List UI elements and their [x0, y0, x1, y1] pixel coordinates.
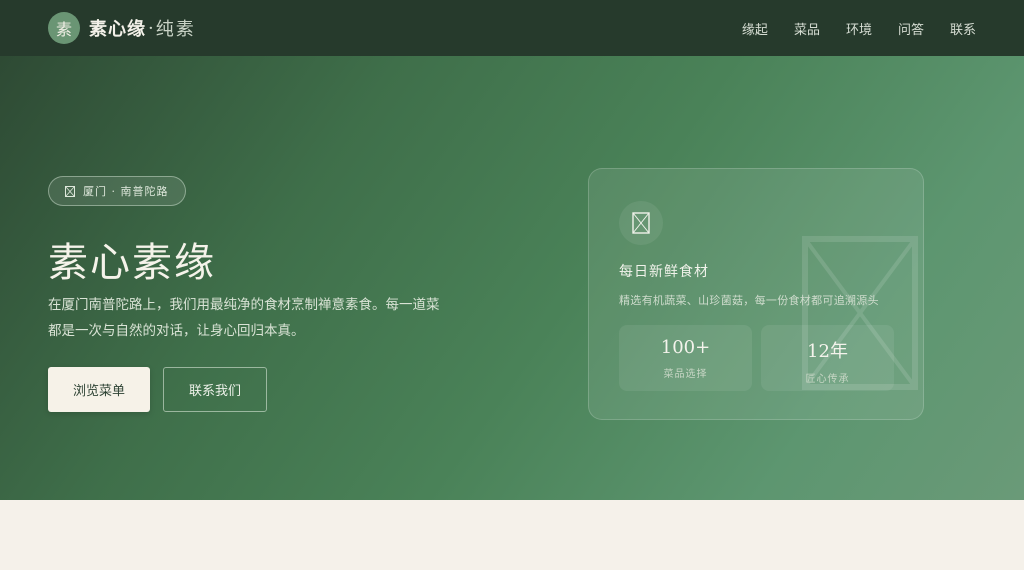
- stat-label: 菜品选择: [663, 369, 708, 380]
- hero-description: 在厦门南普陀路上，我们用最纯净的食材烹制禅意素食。每一道菜都是一次与自然的对话，…: [48, 297, 440, 339]
- document-icon: [65, 185, 75, 197]
- stat-dishes: 100+ 菜品选择: [619, 325, 752, 391]
- stat-label: 匠心传承: [805, 374, 850, 385]
- next-section: [0, 500, 1024, 570]
- brand-subtitle: 纯素: [155, 19, 196, 40]
- card-title: 每日新鲜食材: [619, 264, 709, 280]
- document-icon: [632, 212, 650, 234]
- hero-title: 素心素缘: [48, 240, 216, 286]
- hero-section: 厦门 · 南普陀路 素心素缘 在厦门南普陀路上，我们用最纯净的食材烹制禅意素食。…: [0, 56, 1024, 500]
- nav-link-faq[interactable]: 问答: [898, 19, 924, 38]
- nav-link-contact[interactable]: 联系: [950, 19, 976, 38]
- card-description: 精选有机蔬菜、山珍菌菇，每一份食材都可追溯源头: [619, 294, 879, 307]
- browse-menu-button[interactable]: 浏览菜单: [48, 367, 150, 412]
- logo-badge[interactable]: 素: [48, 12, 80, 44]
- location-text: 厦门 · 南普陀路: [83, 185, 169, 198]
- stat-value: 12年: [807, 341, 848, 362]
- nav-link-origin[interactable]: 缘起: [742, 19, 768, 38]
- nav-links: 缘起 菜品 环境 问答 联系: [716, 19, 976, 38]
- stat-years: 12年 匠心传承: [761, 325, 894, 391]
- card-icon-circle: [619, 201, 663, 245]
- fresh-ingredients-card: 每日新鲜食材 精选有机蔬菜、山珍菌菇，每一份食材都可追溯源头 100+ 菜品选择…: [588, 168, 924, 420]
- nav-link-dishes[interactable]: 菜品: [794, 19, 820, 38]
- stat-value: 100+: [660, 337, 711, 358]
- top-navbar: 素 素心缘 · 纯素 缘起 菜品 环境 问答 联系: [0, 0, 1024, 56]
- brand-name[interactable]: 素心缘: [89, 15, 146, 41]
- location-pill: 厦门 · 南普陀路: [48, 176, 186, 206]
- nav-link-environment[interactable]: 环境: [846, 19, 872, 38]
- brand-separator: ·: [148, 17, 154, 39]
- logo-char: 素: [55, 20, 72, 39]
- contact-us-button[interactable]: 联系我们: [163, 367, 267, 412]
